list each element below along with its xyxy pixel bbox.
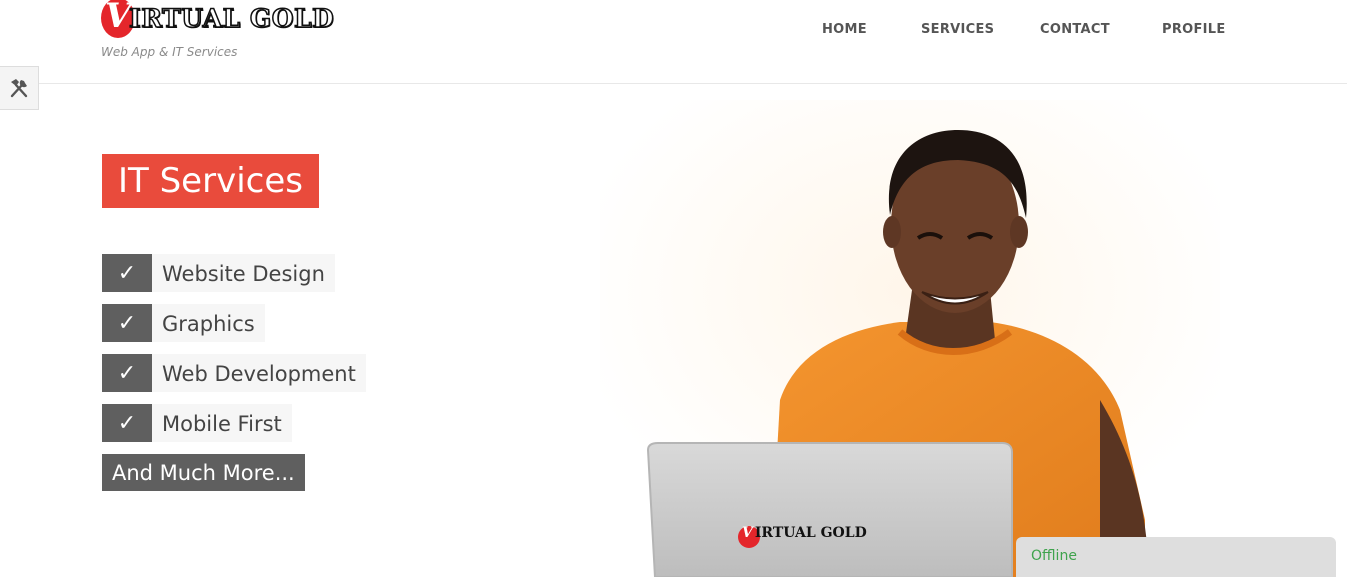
more-services-button[interactable]: And Much More... xyxy=(102,454,305,491)
logo-letter: V xyxy=(105,0,132,36)
laptop-logo: V IRTUAL GOLD xyxy=(742,525,867,541)
check-icon: ✓ xyxy=(102,254,152,292)
service-label: Web Development xyxy=(152,354,366,392)
logo-text: IRTUAL GOLD xyxy=(128,3,335,34)
tools-icon xyxy=(10,79,28,98)
nav-contact[interactable]: CONTACT xyxy=(1040,22,1110,37)
laptop-logo-text: IRTUAL GOLD xyxy=(754,525,867,541)
hero-illustration: V IRTUAL GOLD xyxy=(600,100,1220,577)
check-icon: ✓ xyxy=(102,354,152,392)
man-with-laptop-illustration xyxy=(600,100,1220,577)
nav-profile[interactable]: PROFILE xyxy=(1162,22,1226,37)
nav-services[interactable]: SERVICES xyxy=(921,22,994,37)
service-item: ✓ Website Design xyxy=(102,254,335,292)
check-icon: ✓ xyxy=(102,304,152,342)
service-item: ✓ Graphics xyxy=(102,304,265,342)
service-label: Mobile First xyxy=(152,404,292,442)
site-header: V IRTUAL GOLD Web App & IT Services HOME… xyxy=(0,0,1347,84)
service-label: Website Design xyxy=(152,254,335,292)
nav-home[interactable]: HOME xyxy=(822,22,867,37)
service-item: ✓ Mobile First xyxy=(102,404,292,442)
service-item: ✓ Web Development xyxy=(102,354,366,392)
service-label: Graphics xyxy=(152,304,265,342)
check-icon: ✓ xyxy=(102,404,152,442)
chat-status: Offline xyxy=(1031,548,1077,564)
chat-widget[interactable]: Offline xyxy=(1016,537,1336,577)
laptop-logo-letter: V xyxy=(742,525,753,541)
tools-tab[interactable] xyxy=(0,66,39,110)
site-tagline: Web App & IT Services xyxy=(101,45,238,59)
hero-title: IT Services xyxy=(102,154,319,208)
